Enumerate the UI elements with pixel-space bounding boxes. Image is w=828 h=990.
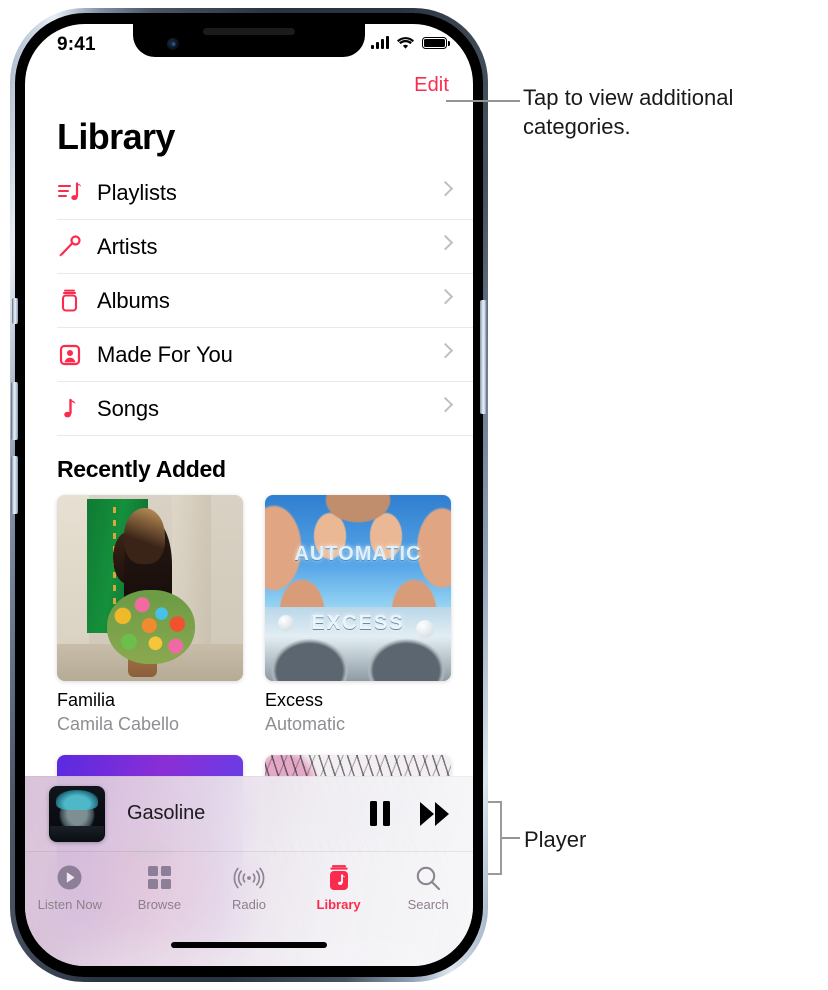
sidebar-item-label: Songs (97, 395, 159, 421)
artwork-text-bottom: EXCESS (311, 612, 405, 635)
phone-screen: 9:41 Edit Library Playlists Artists Albu… (25, 24, 473, 966)
sidebar-item-artists[interactable]: Artists (57, 220, 473, 274)
album-title: Familia (57, 690, 116, 710)
fast-forward-icon[interactable] (420, 801, 449, 826)
tab-label: Listen Now (37, 897, 102, 912)
edit-button[interactable]: Edit (414, 74, 449, 97)
edit-callout-text: Tap to view additional categories. (523, 85, 734, 140)
sidebar-item-made-for-you[interactable]: Made For You (57, 328, 473, 382)
section-title-recently-added: Recently Added (57, 456, 226, 482)
person-portrait-icon (57, 343, 97, 367)
notch (133, 24, 365, 57)
chevron-right-icon (437, 234, 454, 250)
player-callout-bracket (488, 801, 502, 875)
now-playing-artwork[interactable] (49, 785, 105, 842)
tab-library[interactable]: Library (294, 864, 384, 912)
mute-switch[interactable] (12, 298, 18, 324)
power-button[interactable] (480, 300, 487, 414)
screenshot-stage: 9:41 Edit Library Playlists Artists Albu… (0, 0, 828, 990)
tab-listen-now[interactable]: Listen Now (25, 864, 115, 912)
navbar: Edit (25, 68, 473, 110)
album-artist: Automatic (265, 714, 346, 734)
sidebar-item-songs[interactable]: Songs (57, 382, 473, 436)
grid-squares-icon (147, 864, 172, 891)
status-clock: 9:41 (57, 34, 96, 55)
pause-icon[interactable] (370, 801, 390, 826)
player-controls (370, 801, 449, 826)
tab-radio[interactable]: Radio (204, 864, 294, 912)
album-artist: Camila Cabello (57, 714, 180, 734)
battery-full-icon (422, 37, 450, 49)
volume-up-button[interactable] (11, 382, 18, 440)
wifi-icon (397, 37, 414, 49)
phone-bezel: 9:41 Edit Library Playlists Artists Albu… (15, 13, 483, 977)
tab-label: Search (407, 897, 449, 912)
broadcast-waves-icon (232, 864, 266, 891)
page-title: Library (57, 116, 175, 157)
tab-search[interactable]: Search (383, 864, 473, 912)
chevron-right-icon (437, 342, 454, 358)
cellular-bars-icon (371, 36, 389, 49)
tab-label: Browse (137, 897, 182, 912)
now-playing-title: Gasoline (127, 802, 206, 824)
sidebar-item-label: Artists (97, 233, 158, 259)
library-icon (326, 864, 352, 891)
music-note-icon (57, 397, 97, 421)
sidebar-item-label: Playlists (97, 179, 177, 205)
edit-callout-leader-line (446, 100, 520, 102)
chevron-right-icon (437, 180, 454, 196)
album-card[interactable]: AUTOMATIC EXCESS Excess Automatic (265, 495, 451, 735)
tab-label: Radio (232, 897, 266, 912)
album-artwork: AUTOMATIC EXCESS (265, 495, 451, 681)
tab-bar: Listen Now Browse Radio Library Search (25, 851, 473, 966)
search-icon (415, 864, 441, 891)
home-indicator[interactable] (171, 942, 327, 948)
sidebar-item-label: Made For You (97, 341, 233, 367)
iphone-frame: 9:41 Edit Library Playlists Artists Albu… (10, 8, 488, 982)
sidebar-item-label: Albums (97, 287, 170, 313)
player-callout-text: Player (524, 827, 587, 852)
sidebar-item-playlists[interactable]: Playlists (57, 166, 473, 220)
artwork-text-top: AUTOMATIC (294, 543, 422, 566)
playlist-icon (57, 181, 97, 205)
status-indicators (371, 36, 450, 50)
microphone-icon (57, 234, 97, 259)
album-card[interactable]: Familia Camila Cabello (57, 495, 243, 735)
player-callout-leader-line (502, 837, 520, 839)
play-circle-icon (56, 864, 83, 891)
chevron-right-icon (437, 288, 454, 304)
library-category-list: Playlists Artists Albums Made For You So… (57, 166, 473, 436)
front-camera-icon (167, 38, 179, 50)
album-icon (57, 289, 97, 313)
tab-label: Library (316, 897, 361, 912)
mini-player[interactable]: Gasoline (25, 776, 473, 851)
chevron-right-icon (437, 396, 454, 412)
album-artwork (57, 495, 243, 681)
tab-browse[interactable]: Browse (115, 864, 205, 912)
album-title: Excess (265, 690, 324, 710)
earpiece-speaker-icon (203, 28, 295, 35)
volume-down-button[interactable] (11, 456, 18, 514)
sidebar-item-albums[interactable]: Albums (57, 274, 473, 328)
